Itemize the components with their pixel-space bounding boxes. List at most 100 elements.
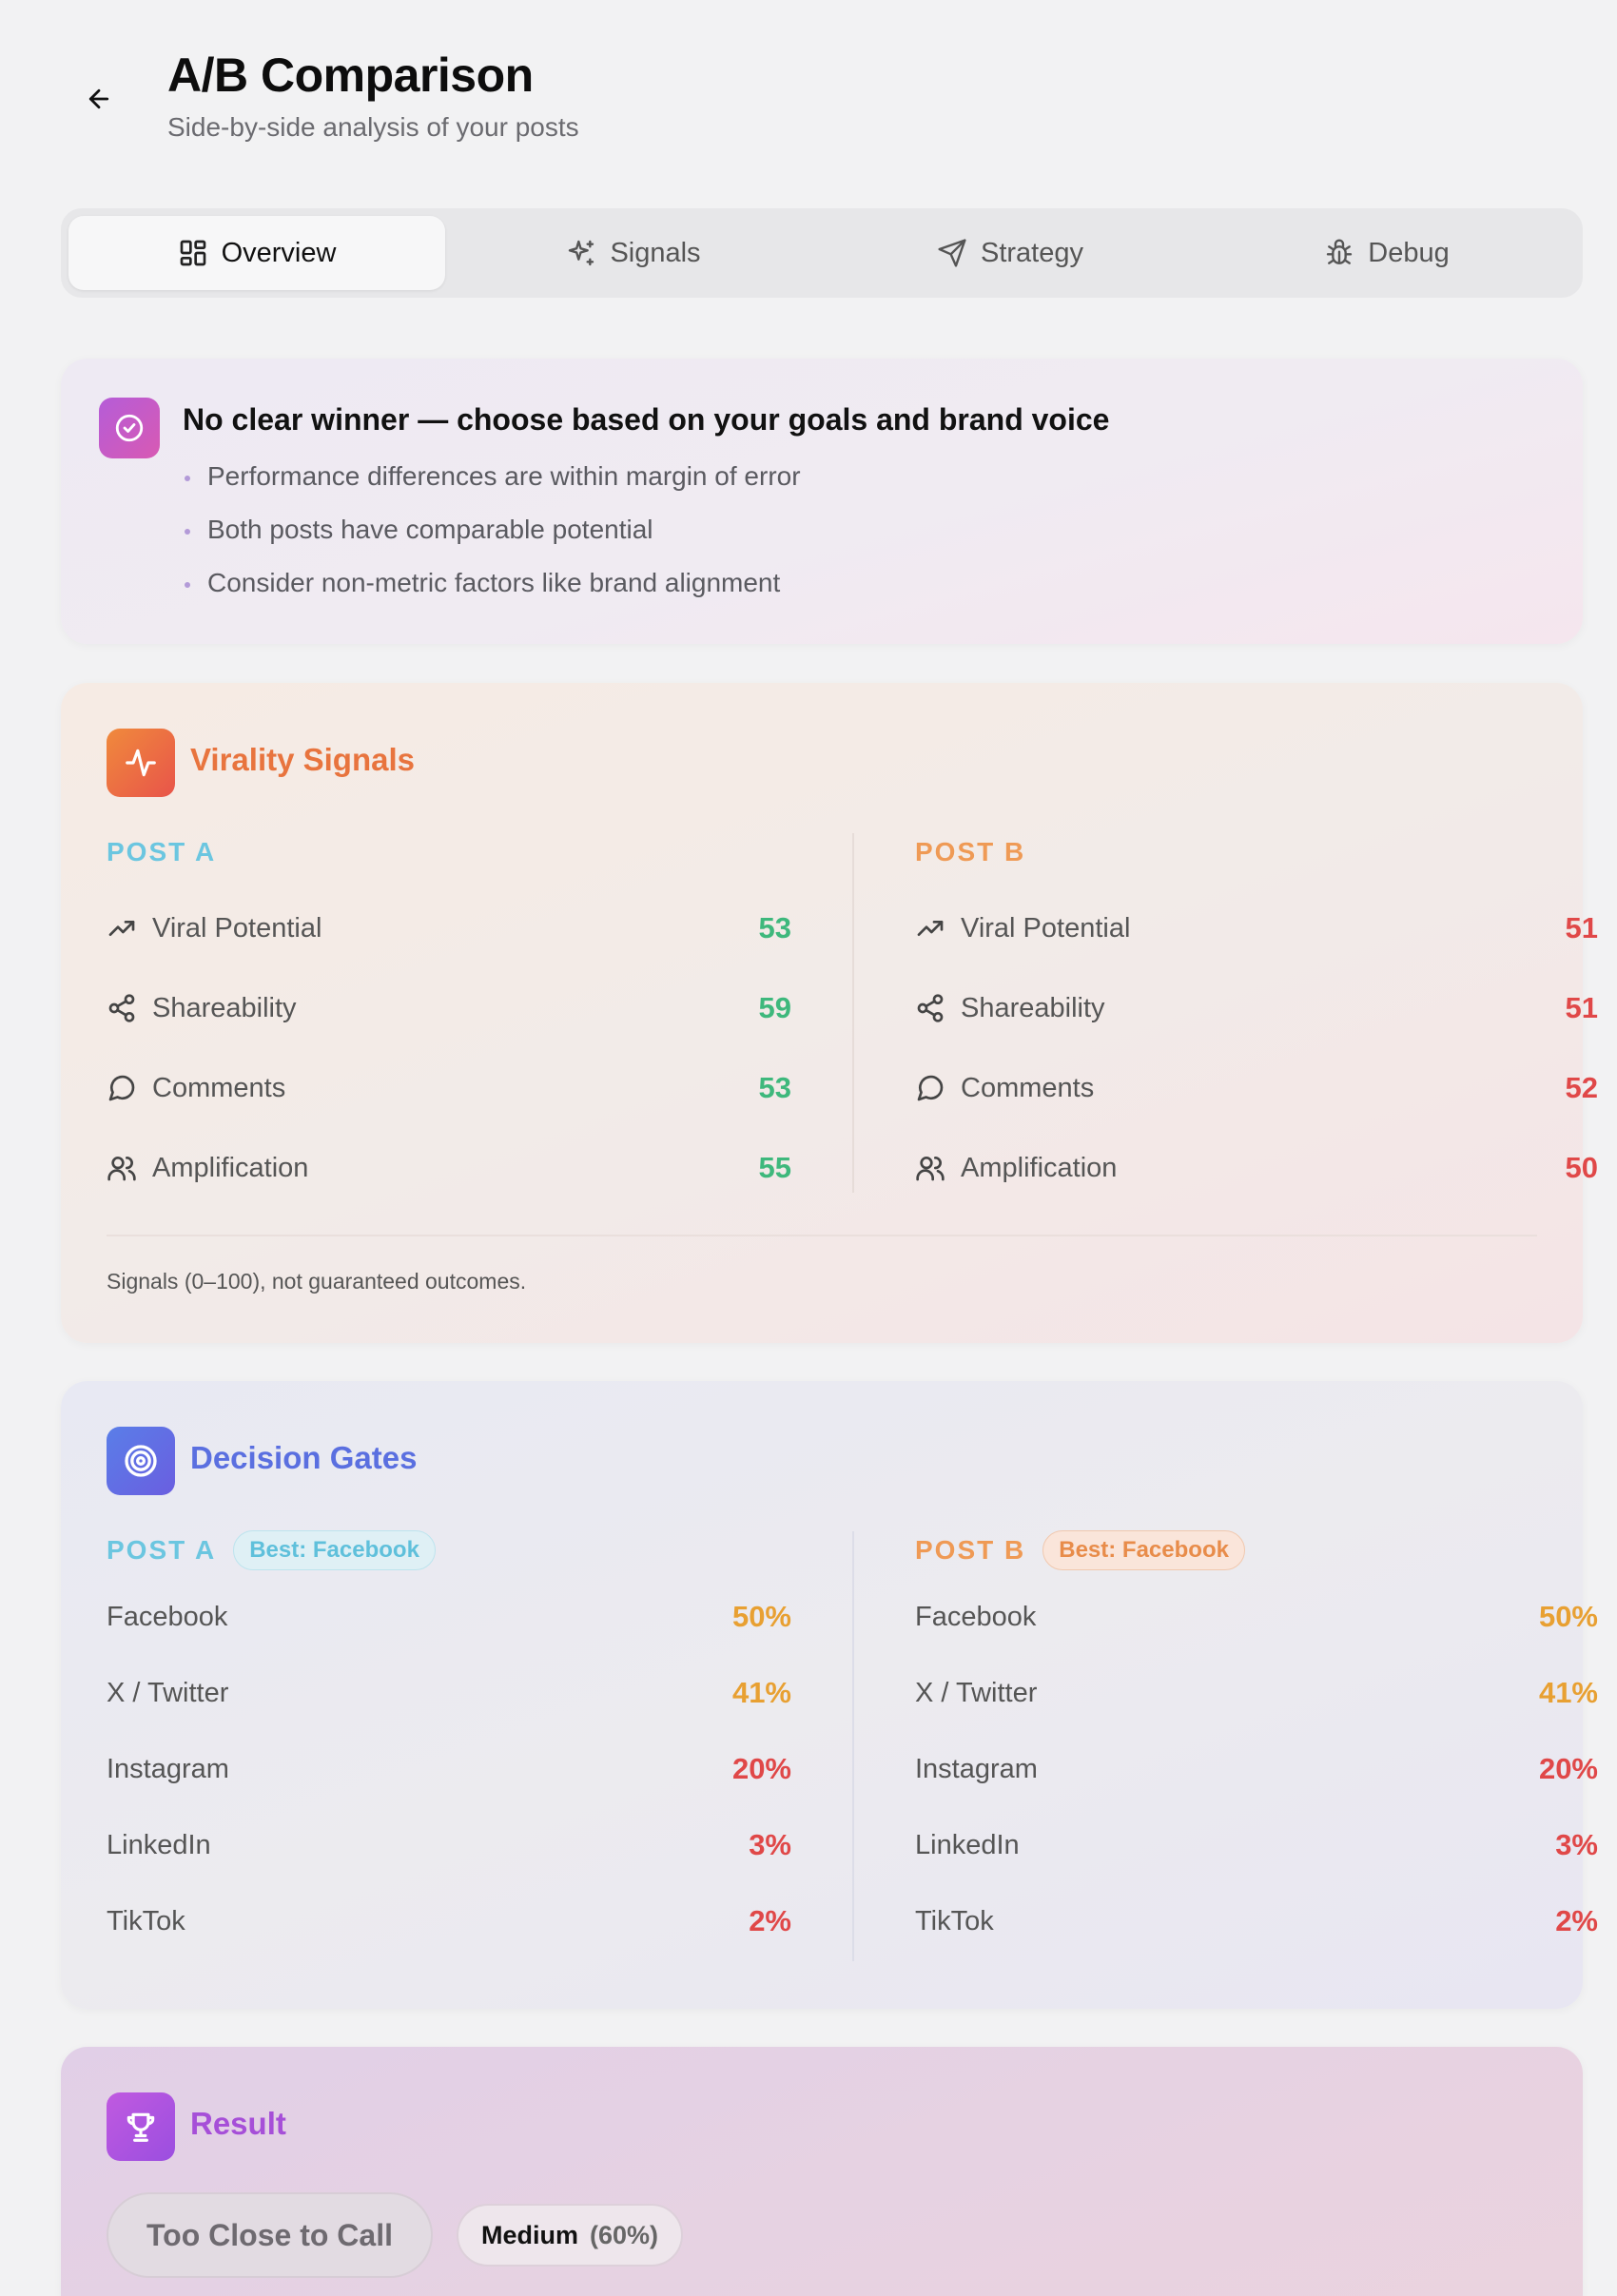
confidence-level: Medium xyxy=(481,2220,579,2249)
platform-label: X / Twitter xyxy=(915,1677,1038,1708)
list-item: TikTok 2% xyxy=(915,1883,1598,1959)
post-label: POST A xyxy=(107,837,217,866)
virality-signals-card: Virality Signals POST A Viral Potential … xyxy=(61,683,1598,1343)
page-title: A/B Comparison xyxy=(167,49,534,102)
best-platform-badge: Best: Facebook xyxy=(233,1530,436,1570)
tab-label: Signals xyxy=(610,237,701,268)
target-icon xyxy=(107,1427,175,1495)
users-icon xyxy=(916,1157,945,1181)
list-item: X / Twitter 41% xyxy=(915,1655,1598,1731)
trending-up-icon xyxy=(917,921,944,936)
metric-label: Comments xyxy=(961,1072,1095,1103)
metric-label: Comments xyxy=(152,1072,286,1103)
metric-label: Shareability xyxy=(961,992,1105,1023)
post-b-gates: POST B Best: Facebook Facebook 50% X / T… xyxy=(915,1530,1598,1959)
tab-bar: Overview Signals Strategy Debug xyxy=(61,208,1583,298)
users-icon xyxy=(107,1157,136,1181)
platform-label: TikTok xyxy=(107,1905,185,1936)
platform-value: 50% xyxy=(1538,1600,1598,1633)
tab-debug[interactable]: Debug xyxy=(1198,216,1575,290)
tab-signals[interactable]: Signals xyxy=(445,216,822,290)
platform-value: 20% xyxy=(1538,1752,1598,1785)
bug-icon xyxy=(1327,239,1353,264)
platform-value: 41% xyxy=(731,1676,791,1709)
platform-label: LinkedIn xyxy=(915,1829,1020,1860)
arrow-left-icon xyxy=(88,88,109,109)
signals-footnote: Signals (0–100), not guaranteed outcomes… xyxy=(107,1269,527,1294)
post-b-signals: POST B Viral Potential 51 Shareability 5… xyxy=(915,833,1598,1208)
platform-label: Facebook xyxy=(915,1601,1037,1632)
platform-value: 20% xyxy=(731,1752,791,1785)
post-a-gates: POST A Best: Facebook Facebook 50% X / T… xyxy=(107,1530,791,1959)
section-title: Result xyxy=(190,2106,286,2141)
list-item: Consider non-metric factors like brand a… xyxy=(183,564,801,617)
check-circle-icon xyxy=(99,398,160,458)
metric-label: Shareability xyxy=(152,992,297,1023)
metric-label: Amplification xyxy=(152,1152,309,1183)
grid-icon xyxy=(180,240,205,266)
confidence-pill: Medium (60%) xyxy=(457,2204,684,2267)
list-item: Both posts have comparable potential xyxy=(183,511,801,564)
post-label-text: POST B xyxy=(915,1535,1026,1565)
metric-value: 53 xyxy=(758,1071,791,1104)
platform-value: 3% xyxy=(1555,1828,1598,1861)
metric-label: Viral Potential xyxy=(961,912,1131,944)
post-label: POST B Best: Facebook xyxy=(915,1530,1598,1570)
confidence-percent: (60%) xyxy=(590,2220,659,2249)
metric-label: Amplification xyxy=(961,1152,1118,1183)
list-item: Amplification 50 xyxy=(915,1128,1598,1208)
tab-strategy[interactable]: Strategy xyxy=(822,216,1198,290)
list-item: X / Twitter 41% xyxy=(107,1655,791,1731)
decision-gates-card: Decision Gates POST A Best: Facebook Fac… xyxy=(61,1381,1598,2009)
list-item: TikTok 2% xyxy=(107,1883,791,1959)
metric-value: 51 xyxy=(1565,911,1598,944)
tab-label: Debug xyxy=(1368,237,1450,268)
list-item: Amplification 55 xyxy=(107,1128,791,1208)
page-subtitle: Side-by-side analysis of your posts xyxy=(167,112,579,142)
column-divider xyxy=(852,833,854,1193)
result-verdict-pill: Too Close to Call xyxy=(107,2192,433,2278)
list-item: Viral Potential 51 xyxy=(915,888,1598,968)
platform-label: TikTok xyxy=(915,1905,994,1936)
list-item: Facebook 50% xyxy=(915,1579,1598,1655)
list-item: Instagram 20% xyxy=(915,1731,1598,1807)
back-button[interactable] xyxy=(74,74,124,124)
list-item: Facebook 50% xyxy=(107,1579,791,1655)
list-item: LinkedIn 3% xyxy=(915,1807,1598,1883)
tab-overview[interactable]: Overview xyxy=(68,216,445,290)
list-item: Viral Potential 53 xyxy=(107,888,791,968)
list-item: LinkedIn 3% xyxy=(107,1807,791,1883)
post-label: POST A Best: Facebook xyxy=(107,1530,791,1570)
send-icon xyxy=(938,239,966,267)
list-item: Shareability 59 xyxy=(107,968,791,1048)
list-item: Instagram 20% xyxy=(107,1731,791,1807)
post-label-text: POST A xyxy=(107,1535,217,1565)
verdict-title: No clear winner — choose based on your g… xyxy=(183,402,1110,437)
tab-label: Overview xyxy=(221,237,337,268)
share-icon xyxy=(917,994,944,1022)
section-divider xyxy=(107,1235,1537,1236)
platform-value: 2% xyxy=(749,1904,791,1937)
list-item: Shareability 51 xyxy=(915,968,1598,1048)
header: A/B Comparison Side-by-side analysis of … xyxy=(0,0,1617,190)
list-item: Comments 53 xyxy=(107,1048,791,1128)
metric-label: Viral Potential xyxy=(152,912,322,944)
platform-label: Facebook xyxy=(107,1601,228,1632)
post-a-signals: POST A Viral Potential 53 Shareability 5… xyxy=(107,833,791,1208)
platform-value: 2% xyxy=(1555,1904,1598,1937)
metric-value: 51 xyxy=(1565,991,1598,1024)
comment-icon xyxy=(108,1075,135,1101)
list-item: Comments 52 xyxy=(915,1048,1598,1128)
verdict-points: Performance differences are within margi… xyxy=(183,457,801,617)
trophy-icon xyxy=(107,2092,175,2161)
result-card: Result Too Close to Call Medium (60%) xyxy=(61,2047,1583,2296)
metric-value: 53 xyxy=(758,911,791,944)
trending-up-icon xyxy=(108,921,135,936)
tab-label: Strategy xyxy=(981,237,1083,268)
platform-label: Instagram xyxy=(915,1753,1038,1784)
platform-label: X / Twitter xyxy=(107,1677,229,1708)
list-item: Performance differences are within margi… xyxy=(183,457,801,511)
metric-value: 52 xyxy=(1565,1071,1598,1104)
platform-label: LinkedIn xyxy=(107,1829,211,1860)
section-title: Decision Gates xyxy=(190,1440,418,1475)
